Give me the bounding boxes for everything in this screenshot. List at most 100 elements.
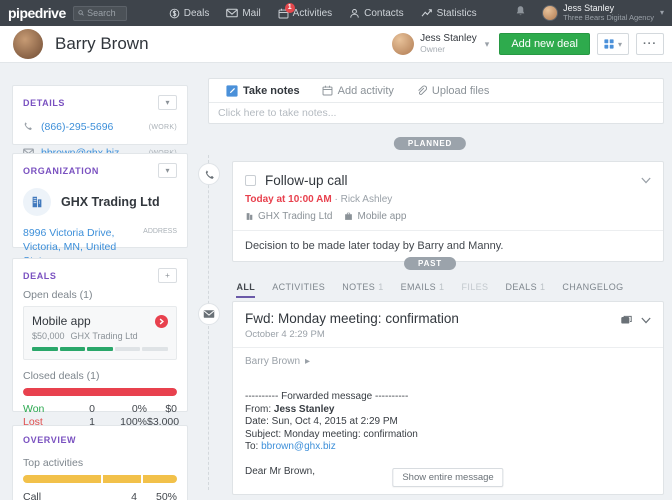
activity-done-checkbox[interactable] [245, 175, 256, 186]
activity-org-label: GHX Trading Ltd [258, 211, 332, 222]
calendar-icon [322, 85, 333, 96]
global-search[interactable] [73, 6, 127, 21]
nav-item-mail[interactable]: Mail [226, 8, 260, 19]
won-amount: $0 [147, 403, 177, 416]
view-caret-icon: ▾ [618, 40, 622, 49]
add-new-deal-button[interactable]: Add new deal [499, 33, 590, 55]
ftab-label: FILES [461, 282, 488, 294]
search-input[interactable] [87, 8, 122, 18]
ftab-notes[interactable]: NOTES1 [342, 282, 383, 298]
nav-item-label: Contacts [364, 8, 403, 19]
won-pct: 0% [95, 403, 147, 416]
ftab-deals[interactable]: DEALS1 [505, 282, 545, 298]
contact-name: Barry Brown [55, 34, 149, 54]
user-avatar[interactable] [542, 5, 558, 21]
details-panel: DETAILS ▾ (866)-295-5696 (WORK) bbrown@g… [12, 85, 188, 145]
overview-row-label: Call [23, 491, 111, 500]
note-icon [226, 85, 238, 97]
view-switcher-button[interactable]: ▾ [597, 33, 629, 55]
ftab-label: NOTES [342, 282, 375, 294]
nav-item-label: Mail [242, 8, 260, 19]
show-entire-message-button[interactable]: Show entire message [392, 468, 503, 487]
phone-row: (866)-295-5696 (WORK) [13, 116, 187, 142]
top-activities-bar [23, 475, 177, 483]
tab-label: Add activity [338, 85, 394, 97]
more-options-button[interactable]: ··· [636, 33, 664, 55]
details-collapse-button[interactable]: ▾ [158, 95, 177, 110]
ftab-changelog[interactable]: CHANGELOG [562, 282, 623, 298]
from-line: From: Jess Stanley [245, 404, 651, 417]
take-notes-input[interactable]: Click here to take notes... [209, 103, 663, 123]
user-menu-caret-icon[interactable]: ▾ [660, 8, 664, 17]
deals-panel: DEALS + Open deals (1) Mobile app $50,00… [12, 258, 188, 412]
owner-avatar[interactable] [392, 33, 414, 55]
trend-chart-icon [421, 8, 433, 18]
nav-item-contacts[interactable]: Contacts [349, 8, 403, 19]
open-deals-label: Open deals (1) [13, 289, 187, 301]
closed-deals-bar-fill [23, 388, 177, 396]
to-email-link[interactable]: bbrown@ghx.biz [261, 441, 336, 452]
activity-org[interactable]: GHX Trading Ltd [245, 211, 332, 222]
email-sender-row[interactable]: Barry Brown ▸ [233, 347, 663, 375]
organization-name[interactable]: GHX Trading Ltd [61, 195, 160, 209]
contact-phone-link[interactable]: (866)-295-5696 [41, 121, 113, 133]
ftab-activities[interactable]: ACTIVITIES [272, 282, 325, 298]
ftab-count: 1 [540, 282, 545, 294]
tab-take-notes[interactable]: Take notes [215, 79, 311, 102]
email-thread-icon[interactable] [621, 311, 632, 329]
contact-header: Barry Brown Jess Stanley Owner ▾ Add new… [0, 26, 672, 63]
notifications-bell-icon[interactable] [515, 4, 526, 22]
closed-deals-label: Closed deals (1) [13, 370, 187, 382]
date-line: Date: Sun, Oct 4, 2015 at 2:29 PM [245, 416, 651, 429]
tab-upload-files[interactable]: Upload files [405, 79, 500, 102]
deal-value: $50,000 [32, 331, 65, 341]
details-title: DETAILS [23, 98, 65, 108]
organization-icon [23, 188, 51, 216]
deal-progress [32, 347, 168, 351]
contact-avatar[interactable] [13, 29, 43, 59]
organization-title: ORGANIZATION [23, 166, 99, 176]
email-item: Fwd: Monday meeting: confirmation Octobe… [196, 301, 664, 495]
header-actions: Jess Stanley Owner ▾ Add new deal ▾ ··· [392, 33, 672, 55]
person-icon [349, 8, 360, 19]
activity-title[interactable]: Follow-up call [265, 173, 348, 188]
pipedrive-logo[interactable]: pipedrive [8, 5, 66, 21]
subject-line: Subject: Monday meeting: confirmation [245, 429, 651, 442]
activity-deal-label: Mobile app [357, 211, 406, 222]
user-info[interactable]: Jess Stanley Three Bears Digital Agency [563, 4, 654, 22]
activity-deal[interactable]: Mobile app [344, 211, 406, 222]
owner-info: Jess Stanley Owner [420, 33, 477, 54]
ftab-emails[interactable]: EMAILS1 [401, 282, 445, 298]
nav-right-group: Jess Stanley Three Bears Digital Agency … [515, 4, 672, 22]
nav-item-activities[interactable]: 1 Activities [278, 8, 332, 19]
ftab-files[interactable]: FILES [461, 282, 488, 298]
nav-item-deals[interactable]: Deals [169, 8, 210, 19]
nav-item-label: Deals [184, 8, 210, 19]
organization-mini-icon [245, 212, 254, 221]
add-deal-mini-button[interactable]: + [158, 268, 177, 283]
phone-icon [23, 118, 37, 136]
activity-assignee: Rick Ashley [341, 194, 393, 205]
timeline-main: Take notes Add activity Upload files Cli… [196, 63, 664, 500]
expand-sender-icon: ▸ [305, 356, 310, 367]
spacer [245, 454, 651, 466]
open-deal-card[interactable]: Mobile app $50,000 GHX Trading Ltd [23, 306, 177, 360]
from-name: Jess Stanley [274, 404, 335, 415]
top-nav: pipedrive Deals Mail 1 Activities Contac… [0, 0, 672, 26]
deal-name[interactable]: Mobile app [32, 314, 91, 328]
tab-add-activity[interactable]: Add activity [311, 79, 405, 102]
closed-deals-bar [23, 388, 177, 396]
organization-collapse-button[interactable]: ▾ [158, 163, 177, 178]
won-count: 0 [57, 403, 95, 416]
activity-collapse-icon[interactable] [641, 171, 651, 189]
email-subject[interactable]: Fwd: Monday meeting: confirmation [245, 311, 459, 326]
history-filter-tabs: ALL ACTIVITIES NOTES1 EMAILS1 FILES DEAL… [196, 282, 664, 298]
owner-caret-icon[interactable]: ▾ [485, 39, 490, 50]
email-collapse-icon[interactable] [641, 311, 651, 329]
past-badge: PAST [404, 257, 456, 270]
rotten-deal-icon [155, 315, 168, 328]
activity-time: Today at 10:00 AM [245, 194, 332, 205]
forward-divider: ---------- Forwarded message ---------- [245, 391, 651, 404]
nav-item-statistics[interactable]: Statistics [421, 8, 477, 19]
ftab-all[interactable]: ALL [236, 282, 255, 298]
